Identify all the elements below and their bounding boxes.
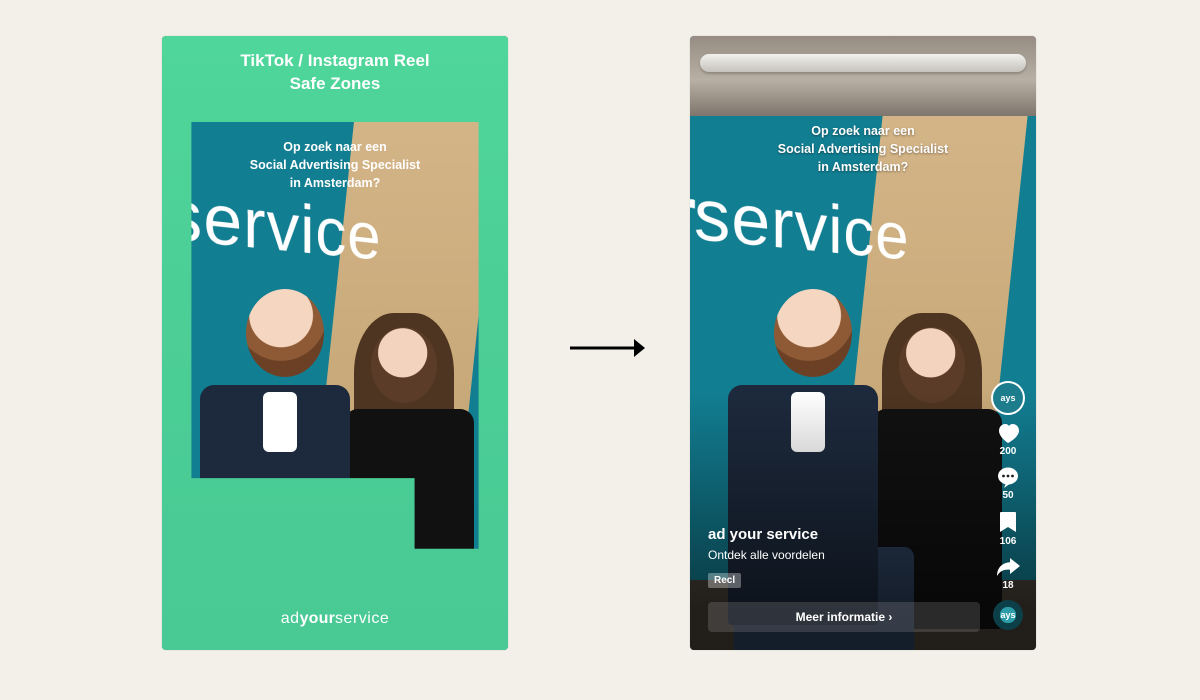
share-button[interactable]: 18 (995, 556, 1021, 591)
brand-wordmark: adyourservice (162, 610, 508, 628)
save-count: 106 (1000, 536, 1017, 547)
action-rail: ays 200 50 106 18 ays (986, 383, 1030, 630)
heart-icon (996, 422, 1020, 444)
card-title: TikTok / Instagram Reel Safe Zones (162, 50, 508, 96)
like-button[interactable]: 200 (996, 422, 1020, 457)
hook-caption: Op zoek naar een Social Advertising Spec… (690, 122, 1036, 176)
ad-tag: Recl (708, 573, 741, 588)
comment-icon (996, 466, 1020, 488)
video-subtitle: Ontdek alle voordelen (708, 548, 825, 562)
save-button[interactable]: 106 (998, 510, 1018, 547)
account-name[interactable]: ad your service (708, 526, 825, 543)
safezone-card: rservice TikTok / Instagram Reel Safe Zo… (162, 36, 508, 650)
profile-avatar[interactable]: ays (993, 383, 1023, 413)
comment-button[interactable]: 50 (996, 466, 1020, 501)
bookmark-icon (998, 510, 1018, 534)
share-count: 18 (1002, 580, 1013, 591)
like-count: 200 (1000, 446, 1017, 457)
card-title-line1: TikTok / Instagram Reel (240, 51, 429, 70)
comment-count: 50 (1002, 490, 1013, 501)
arrow-right-icon (568, 336, 646, 360)
tiktok-preview-card: rservice Op zoek naar een Social Adverti… (690, 36, 1036, 650)
hook-caption: Op zoek naar een Social Advertising Spec… (162, 138, 508, 192)
cta-button[interactable]: Meer informatie (708, 602, 980, 632)
share-icon (995, 556, 1021, 578)
sound-disc[interactable]: ays (993, 600, 1023, 630)
card-title-line2: Safe Zones (290, 74, 381, 93)
